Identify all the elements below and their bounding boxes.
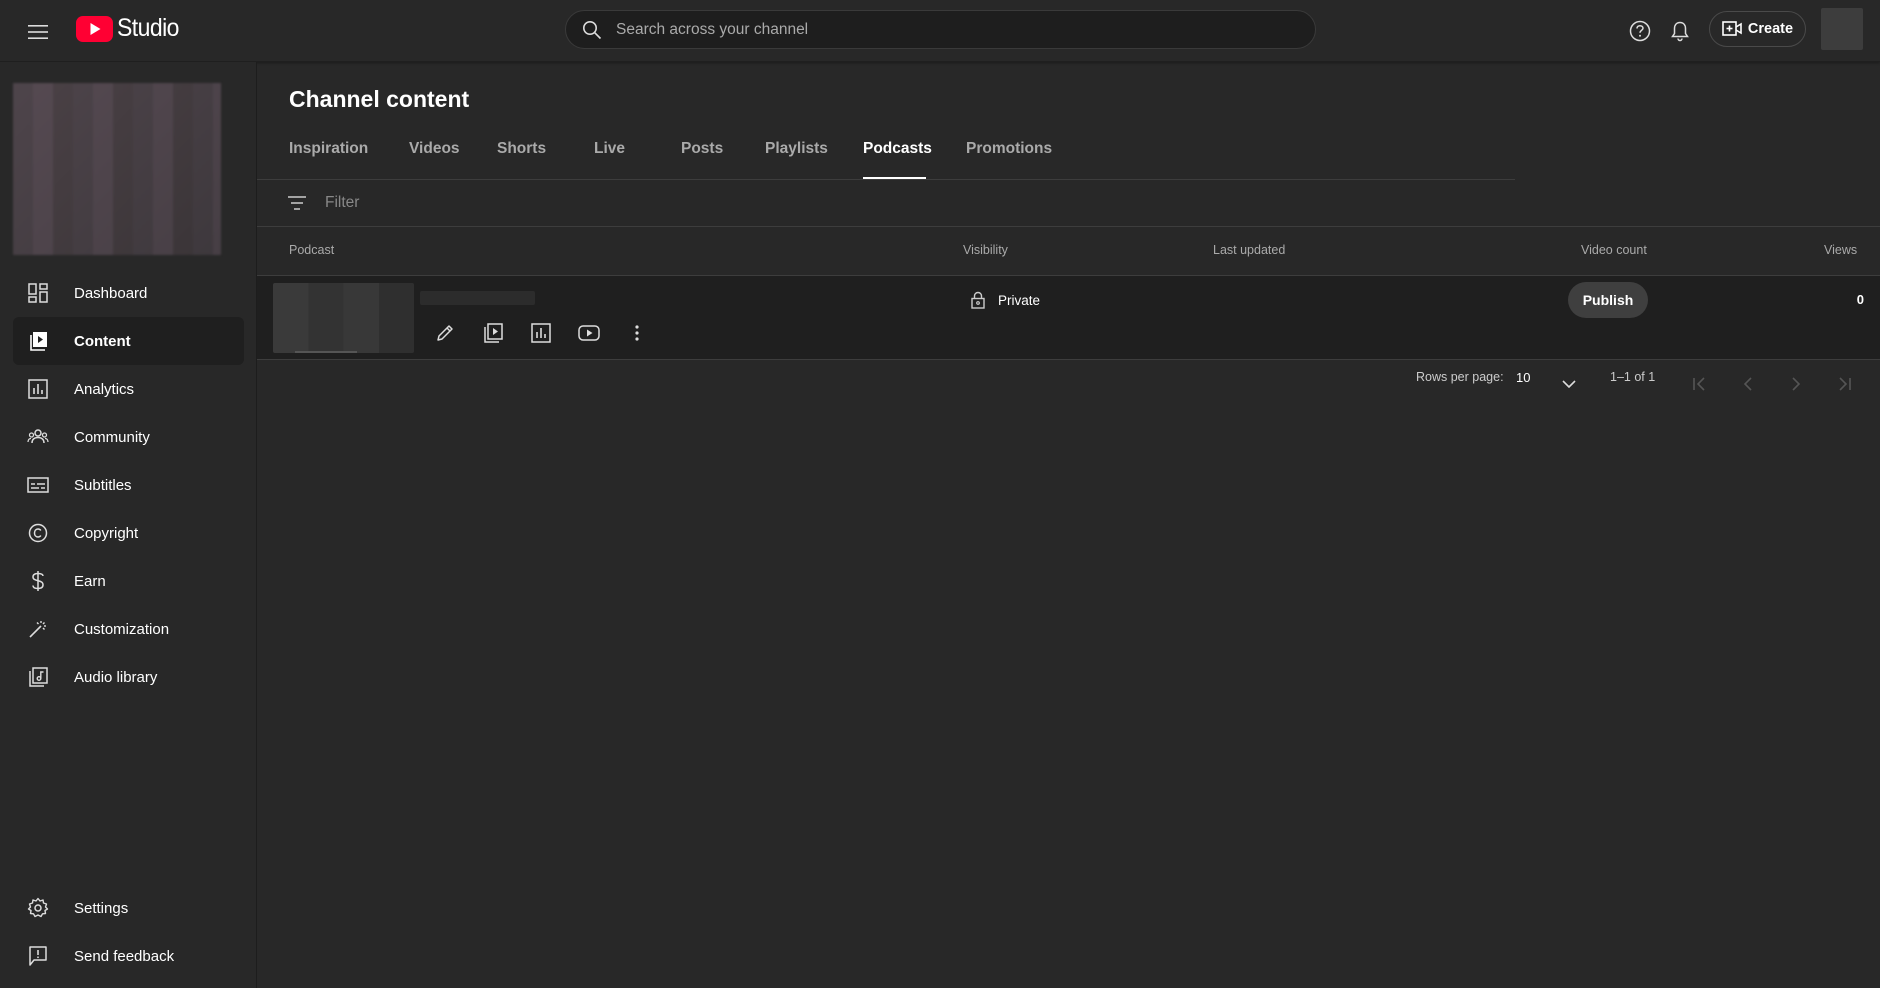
audio-library-icon: [26, 665, 50, 689]
tab-podcasts[interactable]: Podcasts: [863, 140, 932, 180]
more-options-icon[interactable]: [625, 321, 649, 345]
add-video-icon: [1722, 21, 1742, 36]
search-icon: [583, 20, 602, 39]
tab-live[interactable]: Live: [594, 140, 626, 180]
sidebar-item-subtitles[interactable]: Subtitles: [13, 461, 244, 509]
sidebar-item-content[interactable]: Content: [13, 317, 244, 365]
tab-posts[interactable]: Posts: [681, 140, 723, 180]
chevron-down-icon[interactable]: [1557, 372, 1581, 396]
settings-icon: [26, 896, 50, 920]
lock-icon: [971, 291, 985, 309]
playlist-play-icon[interactable]: [481, 321, 505, 345]
create-label: Create: [1747, 21, 1794, 37]
pagination-range: 1–1 of 1: [1610, 370, 1656, 384]
tab-playlists[interactable]: Playlists: [765, 140, 828, 180]
sidebar-item-label: Subtitles: [74, 476, 132, 494]
rows-per-page-value[interactable]: 10: [1516, 370, 1530, 385]
sidebar-item-label: Dashboard: [74, 284, 148, 302]
sidebar-item-customization[interactable]: Customization: [13, 605, 244, 653]
content-tabs: Inspiration Videos Shorts Live Posts Pla…: [289, 140, 1052, 180]
sidebar-item-label: Community: [74, 428, 150, 446]
feedback-icon: [26, 944, 50, 968]
visibility-label: Private: [998, 292, 1041, 308]
youtube-logo-icon: [76, 15, 113, 42]
last-page-icon[interactable]: [1832, 372, 1856, 396]
rows-per-page-label: Rows per page:: [1416, 370, 1504, 384]
column-views[interactable]: Views: [1824, 243, 1857, 257]
tab-inspiration[interactable]: Inspiration: [289, 140, 375, 180]
help-icon[interactable]: [1625, 16, 1655, 46]
column-video-count[interactable]: Video count: [1581, 243, 1647, 257]
podcast-thumbnail[interactable]: [273, 283, 414, 353]
notifications-icon[interactable]: [1665, 16, 1695, 46]
sidebar: Dashboard Content Analytics Community Su…: [0, 62, 257, 988]
top-bar: Studio Create: [0, 0, 1880, 62]
column-visibility[interactable]: Visibility: [963, 243, 1008, 257]
filter-bar: [257, 180, 1880, 227]
customization-icon: [26, 617, 50, 641]
create-button[interactable]: Create: [1709, 11, 1806, 47]
first-page-icon[interactable]: [1688, 372, 1712, 396]
table-header: Podcast Visibility Last updated Video co…: [257, 227, 1880, 276]
sidebar-item-earn[interactable]: Earn: [13, 557, 244, 605]
sidebar-item-label: Settings: [74, 899, 129, 917]
sidebar-item-community[interactable]: Community: [13, 413, 244, 461]
sidebar-item-label: Send feedback: [74, 947, 175, 965]
filter-icon[interactable]: [285, 191, 309, 215]
sidebar-item-settings[interactable]: Settings: [13, 884, 244, 932]
community-icon: [26, 425, 50, 449]
content-icon: [26, 329, 50, 353]
visibility-status[interactable]: Private: [970, 291, 1040, 309]
podcast-title[interactable]: [420, 291, 535, 305]
copyright-icon: [26, 521, 50, 545]
page-title: Channel content: [289, 86, 470, 112]
studio-logo[interactable]: Studio: [76, 14, 184, 43]
tab-shorts[interactable]: Shorts: [497, 140, 546, 180]
column-podcast[interactable]: Podcast: [289, 243, 334, 257]
next-page-icon[interactable]: [1784, 372, 1808, 396]
sidebar-item-analytics[interactable]: Analytics: [13, 365, 244, 413]
sidebar-item-audio-library[interactable]: Audio library: [13, 653, 244, 701]
tab-videos[interactable]: Videos: [409, 140, 460, 180]
channel-avatar[interactable]: [13, 83, 221, 255]
sidebar-item-dashboard[interactable]: Dashboard: [13, 269, 244, 317]
dashboard-icon: [26, 281, 50, 305]
previous-page-icon[interactable]: [1736, 372, 1760, 396]
sidebar-item-copyright[interactable]: Copyright: [13, 509, 244, 557]
earn-icon: [26, 569, 50, 593]
search-box[interactable]: [565, 10, 1316, 49]
publish-button[interactable]: Publish: [1568, 282, 1648, 318]
analytics-icon: [26, 377, 50, 401]
tab-promotions[interactable]: Promotions: [966, 140, 1052, 180]
views-count: 0: [1856, 292, 1864, 307]
sidebar-item-label: Customization: [74, 620, 170, 638]
sidebar-item-label: Audio library: [74, 668, 158, 686]
menu-icon[interactable]: [22, 16, 54, 48]
search-input[interactable]: [616, 20, 1266, 39]
filter-input[interactable]: [325, 194, 925, 212]
subtitles-icon: [26, 473, 50, 497]
column-last-updated[interactable]: Last updated: [1213, 243, 1285, 257]
table-row[interactable]: Private Publish 0: [257, 276, 1880, 360]
sidebar-item-label: Analytics: [74, 380, 135, 398]
sidebar-item-label: Copyright: [74, 524, 139, 542]
edit-icon[interactable]: [433, 321, 457, 345]
analytics-icon[interactable]: [529, 321, 553, 345]
youtube-watch-icon[interactable]: [577, 321, 601, 345]
sidebar-item-label: Earn: [74, 572, 106, 590]
app-name: Studio: [117, 14, 179, 42]
account-avatar[interactable]: [1821, 8, 1863, 50]
sidebar-item-send-feedback[interactable]: Send feedback: [13, 932, 244, 980]
sidebar-item-label: Content: [74, 332, 131, 350]
